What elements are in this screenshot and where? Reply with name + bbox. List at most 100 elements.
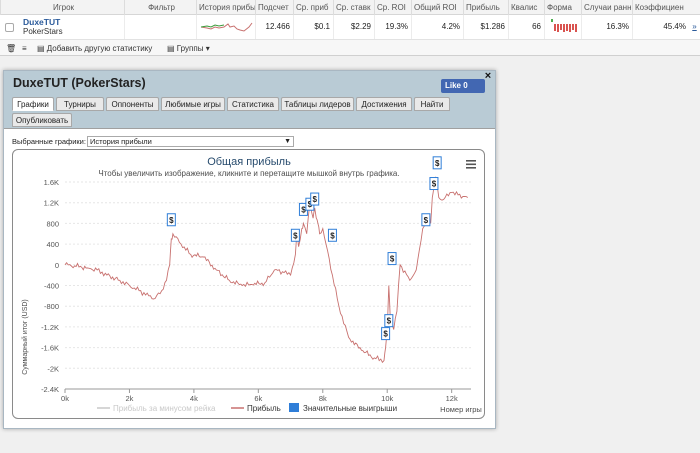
legend-label-profit: Прибыль [247, 404, 281, 413]
stats-table: Игрок Фильтр История прибыль Подсчет Ср.… [0, 0, 700, 39]
chart-select-label: Выбранные графики: [12, 137, 86, 146]
x-tick-label: 4k [190, 394, 198, 403]
y-tick-label: 400 [46, 240, 59, 249]
x-tick-label: 2k [125, 394, 133, 403]
popup-header: DuxeTUT (PokerStars) Like 0 × [4, 71, 495, 96]
y-tick-label: -1.6K [41, 344, 59, 353]
header-col-player[interactable]: Игрок [0, 0, 124, 15]
header-col-total-roi[interactable]: Общий ROI [411, 0, 463, 15]
app: Игрок Фильтр История прибыль Подсчет Ср.… [0, 0, 700, 453]
chart-container[interactable]: Общая прибыль Чтобы увеличить изображени… [12, 149, 485, 419]
header-col-itm[interactable]: Квалис [508, 0, 544, 15]
header-col-form[interactable]: Форма [544, 0, 581, 15]
series-line-profit [64, 176, 469, 364]
sparkline-chart [200, 22, 253, 32]
form-bars [551, 19, 577, 32]
dollar-icon: $ [390, 255, 395, 264]
tab-achievements[interactable]: Достижения [356, 97, 412, 111]
legend: Прибыль за минусом рейка Прибыль Значите… [97, 403, 397, 413]
tab-charts[interactable]: Графики [12, 97, 54, 111]
tab-statistics[interactable]: Статистика [227, 97, 279, 111]
trash-icon[interactable]: 🗑 [6, 42, 16, 55]
chart-select[interactable]: История прибыли ▼ [87, 136, 294, 147]
add-stats-button[interactable]: ▤ Добавить другую статистику [37, 42, 152, 55]
y-axis-label: Суммарный итог (USD) [21, 299, 29, 375]
dollar-icon: $ [432, 180, 437, 189]
tab-publish[interactable]: Опубликовать [12, 113, 72, 127]
cell-avg-roi: 19.3% [374, 15, 411, 39]
chart-select-value: История прибыли [90, 137, 152, 146]
header-col-profit[interactable]: Прибыль [463, 0, 508, 15]
cell-total-roi: 4.2% [411, 15, 463, 39]
groups-dropdown[interactable]: ▤ Группы ▾ [167, 42, 210, 55]
cell-form [544, 15, 581, 39]
tab-favorite-games[interactable]: Любимые игры [161, 97, 225, 111]
groups-label: Группы [176, 44, 204, 53]
big-win-marker: $ [432, 156, 442, 170]
tab-opponents[interactable]: Оппоненты [106, 97, 159, 111]
row-more-link[interactable]: » [689, 15, 700, 39]
big-win-marker: $ [421, 213, 431, 227]
big-win-marker: $ [387, 252, 397, 266]
y-tick-label: -2.4K [41, 385, 59, 394]
y-tick-label: 0 [55, 261, 59, 270]
close-button[interactable]: × [482, 71, 494, 83]
player-popup: DuxeTUT (PokerStars) Like 0 × Графики Ту… [3, 70, 496, 429]
header-col-avg-stake[interactable]: Ср. ставк [333, 0, 374, 15]
x-tick-label: 8k [319, 394, 327, 403]
big-win-marker: $ [290, 228, 300, 242]
tab-leaderboards[interactable]: Таблицы лидеров [281, 97, 354, 111]
row-checkbox[interactable] [5, 23, 14, 32]
big-win-marker: $ [310, 192, 320, 206]
tab-tournaments[interactable]: Турниры [56, 97, 104, 111]
legend-item-big-wins[interactable]: Значительные выигрыши [289, 403, 397, 413]
header-col-coef[interactable]: Коэффициен [632, 0, 689, 15]
player-site: PokerStars [23, 27, 63, 36]
list-icon[interactable]: ≡ [22, 42, 27, 55]
x-tick-label: 6k [254, 394, 262, 403]
cell-itm: 66 [508, 15, 544, 39]
big-win-marker: $ [381, 327, 391, 341]
big-win-marker: $ [166, 213, 176, 227]
profit-chart[interactable]: Общая прибыль Чтобы увеличить изображени… [13, 150, 485, 419]
menu-icon[interactable] [466, 160, 476, 169]
y-tick-label: -400 [44, 282, 59, 291]
cell-filter[interactable] [124, 15, 196, 39]
cell-count: 12.466 [255, 15, 293, 39]
y-tick-label: -2K [47, 364, 59, 373]
table-toolbar: 🗑 ≡ ▤ Добавить другую статистику ▤ Групп… [0, 39, 700, 56]
folder-icon: ▤ [167, 44, 175, 53]
header-col-count[interactable]: Подсчет [255, 0, 293, 15]
dollar-icon: $ [169, 216, 174, 225]
y-tick-label: -800 [44, 302, 59, 311]
cell-early: 16.3% [581, 15, 632, 39]
y-tick-label: 1.6K [44, 178, 59, 187]
chart-subtitle: Чтобы увеличить изображение, кликните и … [98, 169, 399, 178]
x-tick-label: 0k [61, 394, 69, 403]
chart-icon: ▤ [37, 44, 45, 53]
tab-find[interactable]: Найти [414, 97, 450, 111]
dollar-icon: $ [293, 231, 298, 240]
cell-avg-profit: $0.1 [293, 15, 333, 39]
cell-history-sparkline[interactable] [196, 15, 255, 39]
header-col-early[interactable]: Случаи ранн [581, 0, 632, 15]
table-row[interactable]: DuxeTUT PokerStars 12.466 $0.1 $2.29 19.… [0, 15, 700, 39]
x-tick-label: 12k [446, 394, 458, 403]
player-name-link[interactable]: DuxeTUT [23, 17, 60, 27]
header-col-avg-profit[interactable]: Ср. приб [293, 0, 333, 15]
popup-title: DuxeTUT (PokerStars) [13, 76, 146, 90]
dollar-icon: $ [312, 195, 317, 204]
header-col-history[interactable]: История прибыль [196, 0, 255, 15]
chart-title: Общая прибыль [207, 156, 291, 168]
legend-item-profit[interactable]: Прибыль [231, 404, 281, 413]
header-col-filter[interactable]: Фильтр [124, 0, 196, 15]
header-col-avg-roi[interactable]: Ср. ROI [374, 0, 411, 15]
cell-coef: 45.4% [632, 15, 689, 39]
facebook-like-button[interactable]: Like 0 [441, 79, 485, 93]
y-tick-label: 1.2K [44, 199, 59, 208]
legend-item-rake[interactable]: Прибыль за минусом рейка [97, 404, 216, 413]
big-win-marker: $ [429, 177, 439, 191]
big-win-marker: $ [384, 314, 394, 328]
x-tick-label: 10k [381, 394, 393, 403]
dollar-icon: $ [435, 159, 440, 168]
